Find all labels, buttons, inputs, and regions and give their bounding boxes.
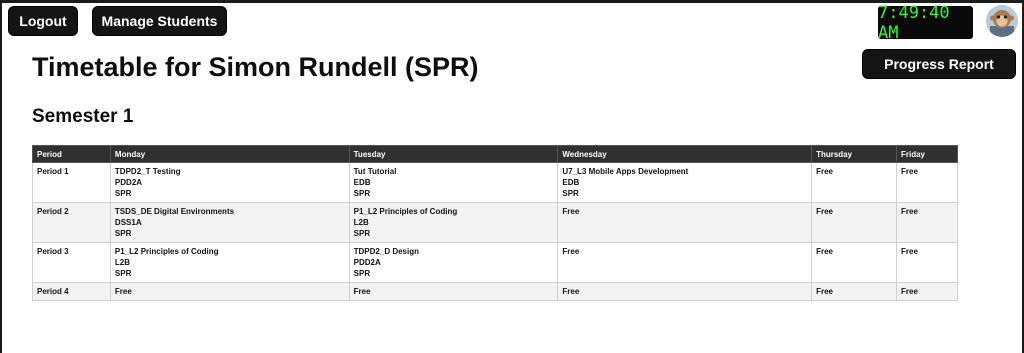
semester-heading: Semester 1 (32, 106, 134, 127)
progress-report-button[interactable]: Progress Report (862, 49, 1016, 79)
column-header: Tuesday (348, 145, 559, 163)
room-code: PDD2A (114, 178, 143, 187)
room-code: DSS1A (114, 218, 142, 227)
column-header: Monday (109, 145, 350, 163)
class-name: TDPD2_D Design (353, 247, 419, 256)
teacher-code: SPR (353, 269, 371, 278)
room-code: L2B (353, 218, 369, 227)
class-name: Free (353, 287, 371, 296)
timetable-cell: Free (811, 162, 897, 203)
class-name: Tut Tutorial (353, 167, 397, 176)
class-name: Free (816, 287, 833, 296)
clock-display: 7:49:40 AM (878, 3, 973, 43)
timetable-cell: Tut Tutorial EDB SPR (348, 162, 559, 203)
timetable-cell: Free (896, 162, 958, 203)
timetable-cell: Free (896, 242, 958, 283)
class-name: Free (901, 247, 918, 256)
timetable-cell: Free (557, 282, 813, 301)
teacher-code: SPR (114, 189, 132, 198)
class-name: Free (901, 207, 918, 216)
teacher-code: SPR (353, 229, 371, 238)
timetable-cell: Free (557, 202, 813, 243)
class-name: TDPD2_T Testing (114, 167, 181, 176)
period-cell: Period 3 (32, 242, 111, 283)
class-name: Free (901, 287, 918, 296)
teacher-code: SPR (562, 189, 579, 198)
avatar[interactable] (986, 5, 1018, 37)
class-name: Free (816, 247, 833, 256)
timetable-cell: Free (811, 282, 897, 301)
timetable-cell: TDPD2_T Testing PDD2A SPR (109, 162, 350, 203)
timetable-cell: Free (896, 282, 958, 301)
column-header: Wednesday (557, 145, 813, 163)
column-header: Period (32, 145, 111, 163)
table-row: Period 4 Free Free Free Free Free (32, 282, 958, 301)
timetable-cell: Free (896, 202, 958, 243)
class-name: Free (901, 167, 918, 176)
class-name: Free (562, 207, 580, 216)
timetable-cell: Free (811, 202, 897, 243)
table-row: Period 1 TDPD2_T Testing PDD2A SPR Tut Tutor… (32, 162, 958, 203)
column-header: Thursday (811, 145, 897, 163)
timetable-cell: Free (557, 242, 813, 283)
room-code: PDD2A (353, 258, 381, 267)
manage-students-button[interactable]: Manage Students (92, 6, 227, 36)
class-name: U7_L3 Mobile Apps Development (562, 167, 689, 176)
page-title: Timetable for Simon Rundell (SPR) (32, 52, 479, 82)
timetable-cell: Free (109, 282, 350, 301)
avatar-image-icon (986, 5, 1018, 37)
timetable-cell: Free (811, 242, 897, 283)
table-header-row: Period Monday Tuesday Wednesday Thursday… (32, 145, 958, 163)
teacher-code: SPR (114, 229, 132, 238)
class-name: P1_L2 Principles of Coding (114, 247, 219, 256)
timetable-cell: TSDS_DE Digital Environments DSS1A SPR (109, 202, 350, 243)
class-name: Free (114, 287, 132, 296)
timetable-cell: U7_L3 Mobile Apps Development EDB SPR (557, 162, 813, 203)
room-code: EDB (353, 178, 371, 187)
column-header: Friday (896, 145, 958, 163)
class-name: TSDS_DE Digital Environments (114, 207, 235, 216)
timetable-cell: TDPD2_D Design PDD2A SPR (348, 242, 559, 283)
class-name: Free (562, 287, 580, 296)
timetable-cell: P1_L2 Principles of Coding L2B SPR (109, 242, 350, 283)
class-name: Free (816, 207, 833, 216)
period-cell: Period 1 (32, 162, 111, 203)
room-code: EDB (562, 178, 580, 187)
class-name: Free (562, 247, 580, 256)
table-row: Period 2 TSDS_DE Digital Environments DSS1… (32, 202, 958, 243)
period-cell: Period 2 (32, 202, 111, 243)
teacher-code: SPR (114, 269, 132, 278)
timetable-cell: Free (348, 282, 559, 301)
class-name: P1_L2 Principles of Coding (353, 207, 458, 216)
teacher-code: SPR (353, 189, 371, 198)
logout-button[interactable]: Logout (8, 6, 78, 36)
table-row: Period 3 P1_L2 Principles of Coding L2B SPR… (32, 242, 958, 283)
class-name: Free (816, 167, 833, 176)
room-code: L2B (114, 258, 131, 267)
timetable-cell: P1_L2 Principles of Coding L2B SPR (348, 202, 559, 243)
period-cell: Period 4 (32, 282, 111, 301)
timetable-table: Period Monday Tuesday Wednesday Thursday… (32, 145, 958, 301)
